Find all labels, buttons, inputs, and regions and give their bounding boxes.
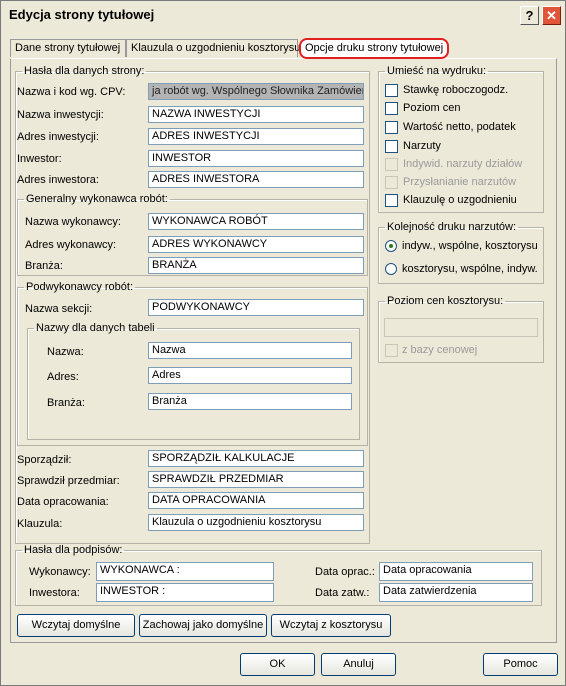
sub-name-label: Nazwa: [47,346,84,358]
dialog-window: Edycja strony tytułowej ? ✕ Dane strony … [0,0,566,686]
contractor-name-label: Nazwa wykonawcy: [25,216,121,228]
page-data-legend: Hasła dla danych strony: [24,65,145,77]
checkbox-individual-overheads [385,158,398,171]
tab-print-options[interactable]: Opcje druku strony tytułowej [299,38,449,59]
checkbox-price-base [385,344,398,357]
contractor-addr-label: Adres wykonawcy: [25,239,117,251]
checkbox-overheads-label: Narzuty [403,140,441,152]
inv-addr-field[interactable]: ADRES INWESTYCJI [148,128,364,145]
sub-branch-field[interactable]: Branża [148,393,352,410]
load-from-estimate-button[interactable]: Wczytaj z kosztorysu [271,614,391,637]
investor-label: Inwestor: [17,153,62,165]
checkbox-overhead-masking [385,176,398,189]
inv-name-label: Nazwa inwestycji: [17,109,104,121]
subcontractors-legend: Podwykonawcy robót: [26,281,133,293]
checked-label: Sprawdził przedmiar: [17,475,120,487]
checkbox-price-level-label: Poziom cen [403,102,461,114]
sig-date-prep-field[interactable]: Data opracowania [379,562,533,581]
load-defaults-button[interactable]: Wczytaj domyślne [17,614,135,637]
window-title: Edycja strony tytułowej [9,7,155,22]
checkbox-hourly-rate-label: Stawkę roboczogodz. [403,84,509,96]
sig-date-prep-label: Data oprac.: [315,566,375,578]
checkbox-hourly-rate[interactable] [385,84,398,97]
investor-addr-field[interactable]: ADRES INWESTORA [148,171,364,188]
sub-addr-label: Adres: [47,371,79,383]
price-level-legend: Poziom cen kosztorysu: [387,295,504,307]
print-options-legend: Umieść na wydruku: [387,65,487,77]
sig-investor-label: Inwestora: [29,587,80,599]
sig-contractor-field[interactable]: WYKONAWCA : [96,562,274,581]
checkbox-individual-overheads-label: Indywid. narzuty działów [403,158,523,170]
sub-branch-label: Branża: [47,397,85,409]
signatures-legend: Hasła dla podpisów: [24,544,123,556]
contractor-legend: Generalny wykonawca robót: [26,193,168,205]
contractor-name-field[interactable]: WYKONAWCA ROBÓT [148,213,364,230]
section-label: Nazwa sekcji: [25,303,93,315]
date-label: Data opracowania: [17,496,109,508]
contractor-addr-field[interactable]: ADRES WYKONAWCY [148,236,364,253]
price-level-field [384,318,538,337]
save-defaults-button[interactable]: Zachowaj jako domyślne [139,614,267,637]
investor-addr-label: Adres inwestora: [17,174,99,186]
sub-name-field[interactable]: Nazwa [148,342,352,359]
radio-order-estimate-first[interactable] [385,263,397,275]
contractor-branch-label: Branża: [25,260,63,272]
help-icon[interactable]: ? [520,6,539,25]
inv-name-field[interactable]: NAZWA INWESTYCJI [148,106,364,123]
sub-addr-field[interactable]: Adres [148,367,352,384]
order-legend: Kolejność druku narzutów: [387,221,517,233]
checkbox-clause-label: Klauzulę o uzgodnieniu [403,194,517,206]
table-names-legend: Nazwy dla danych tabeli [36,322,155,334]
radio-order-individual-first[interactable] [385,240,397,252]
checkbox-clause[interactable] [385,194,398,207]
checkbox-net-value-label: Wartość netto, podatek [403,121,516,133]
section-field[interactable]: PODWYKONAWCY [148,299,364,316]
cpv-label: Nazwa i kod wg. CPV: [17,86,126,98]
date-field[interactable]: DATA OPRACOWANIA [148,492,364,509]
checked-field[interactable]: SPRAWDZIŁ PRZEDMIAR [148,471,364,488]
checkbox-price-base-label: z bazy cenowej [402,344,478,356]
close-icon[interactable]: ✕ [542,6,561,25]
clause-field[interactable]: Klauzula o uzgodnieniu kosztorysu [148,514,364,531]
radio-selected-dot [389,244,393,248]
sig-investor-field[interactable]: INWESTOR : [96,583,274,602]
radio-order-estimate-first-label: kosztorysu, wspólne, indyw. [402,263,538,275]
sig-date-appr-label: Data zatw.: [315,587,370,599]
tab-page-data[interactable]: Dane strony tytułowej [10,39,126,57]
sig-contractor-label: Wykonawcy: [29,566,91,578]
cpv-field[interactable]: ja robót wg. Wspólnego Słownika Zamówień [148,83,364,100]
checkbox-overheads[interactable] [385,140,398,153]
prepared-field[interactable]: SPORZĄDZIŁ KALKULACJE [148,450,364,467]
cancel-button[interactable]: Anuluj [321,653,396,676]
checkbox-net-value[interactable] [385,121,398,134]
investor-field[interactable]: INWESTOR [148,150,364,167]
sig-date-appr-field[interactable]: Data zatwierdzenia [379,583,533,602]
checkbox-price-level[interactable] [385,102,398,115]
checkbox-overhead-masking-label: Przysłanianie narzutów [403,176,517,188]
tab-panel: Hasła dla danych strony: Nazwa i kod wg.… [10,58,557,643]
title-bar: Edycja strony tytułowej ? ✕ [1,1,565,29]
clause-label: Klauzula: [17,518,63,530]
inv-addr-label: Adres inwestycji: [17,131,99,143]
radio-order-individual-first-label: indyw., wspólne, kosztorysu [402,240,538,252]
contractor-branch-field[interactable]: BRANŻA [148,257,364,274]
tab-clause[interactable]: Klauzula o uzgodnieniu kosztorysu [126,39,300,57]
prepared-label: Sporządził: [17,454,72,466]
help-button[interactable]: Pomoc [483,653,558,676]
ok-button[interactable]: OK [240,653,315,676]
